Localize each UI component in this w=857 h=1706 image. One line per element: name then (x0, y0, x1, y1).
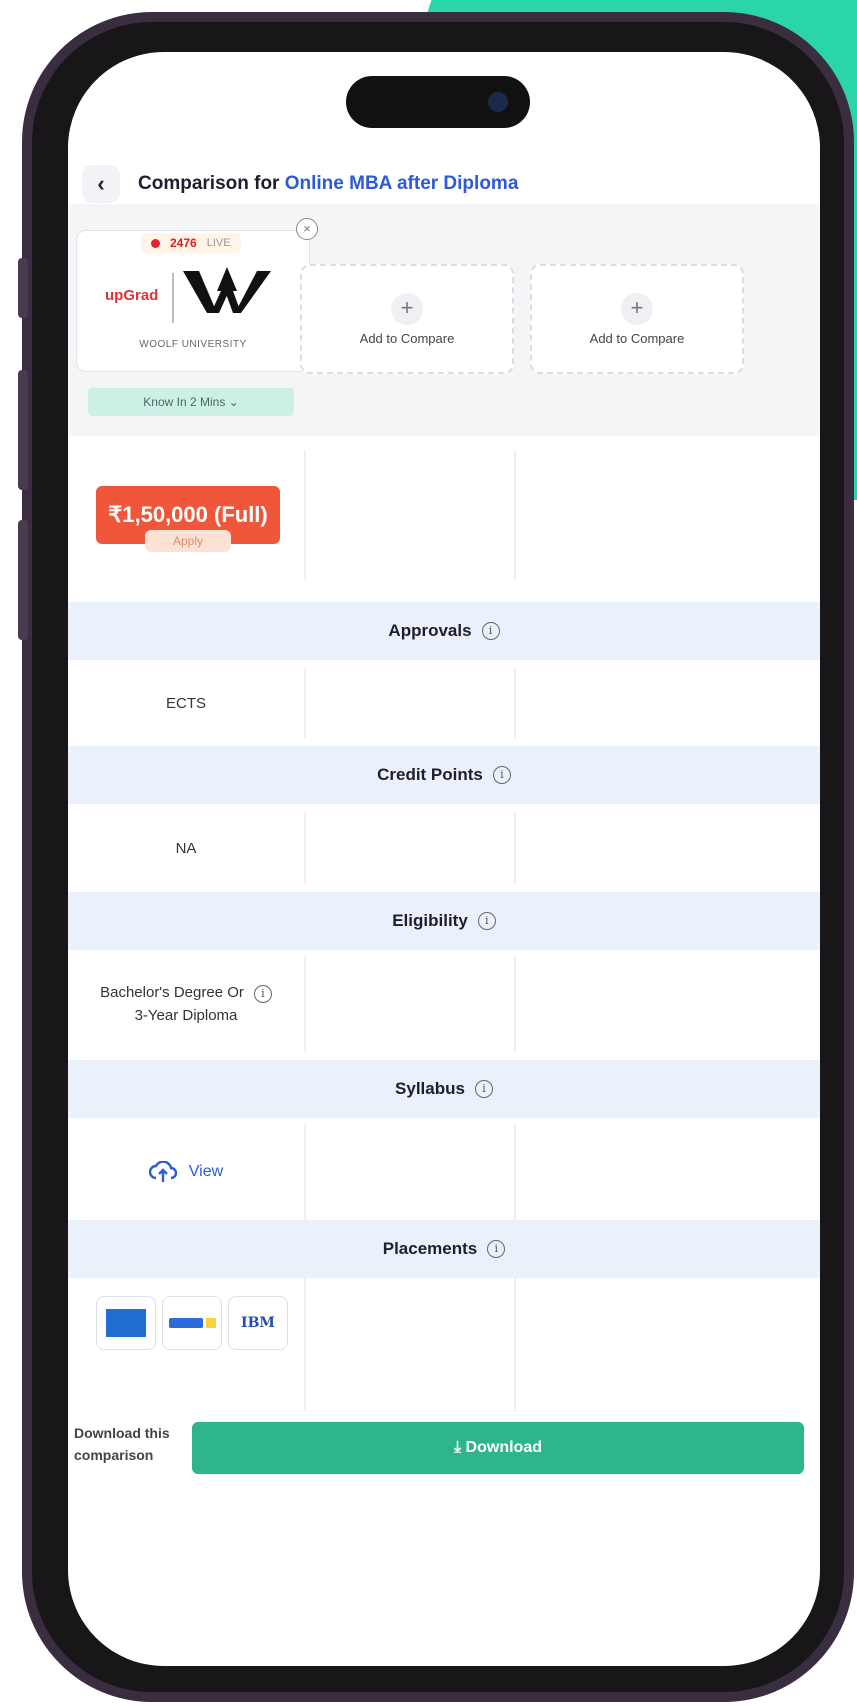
eligibility-line-1: Bachelor's Degree Or (100, 984, 244, 1001)
view-label: View (188, 1163, 224, 1180)
download-button[interactable]: ⤓ Download (192, 1422, 804, 1474)
credit-points-value: NA (175, 839, 197, 857)
section-header-approvals: Approvals i (68, 602, 820, 660)
column-divider (514, 956, 516, 1052)
chevron-down-icon: ⌄ (225, 395, 239, 409)
column-divider (514, 450, 516, 580)
eligibility-value: Bachelor's Degree Or i 3-Year Diploma (100, 981, 272, 1027)
placements-heading: Placements (382, 1239, 478, 1258)
add-to-compare-slot-2[interactable]: + Add to Compare (530, 264, 744, 374)
info-icon[interactable]: i (474, 1080, 493, 1098)
dynamic-island (346, 76, 530, 128)
column-divider (514, 668, 516, 738)
approvals-row: ECTS (68, 668, 820, 738)
section-header-placements: Placements i (68, 1220, 820, 1278)
approvals-heading: Approvals (388, 621, 472, 640)
plus-icon: + (621, 292, 653, 325)
title-prefix: Comparison for (138, 173, 285, 194)
download-prompt: Download this comparison (74, 1422, 170, 1466)
column-divider (304, 668, 306, 738)
phone-screen: ‹ Comparison for Online MBA after Diplom… (68, 52, 820, 1666)
download-icon: ⤓ (454, 1439, 466, 1456)
live-count: 2476 (170, 236, 197, 250)
approvals-value: ECTS (165, 694, 206, 712)
column-divider (304, 1124, 306, 1220)
ibm-logo-text: IBM (241, 1315, 275, 1331)
university-name: WOOLF UNIVERSITY (139, 339, 247, 350)
camera-icon (488, 92, 508, 112)
title-program: Online MBA after Diploma (284, 173, 519, 194)
eligibility-heading: Eligibility (392, 911, 468, 930)
info-icon[interactable]: i (253, 985, 272, 1003)
upgrad-logo: upGrad (105, 287, 159, 304)
placement-logos: IBM (96, 1296, 288, 1350)
back-arrow-icon[interactable]: ‹ (82, 165, 120, 203)
live-badge: 2476 LIVE (141, 233, 241, 253)
column-divider (304, 956, 306, 1052)
phone-volume-down-button (18, 520, 28, 640)
column-divider (304, 1278, 306, 1410)
download-prompt-line-2: comparison (74, 1447, 154, 1463)
ibm-logo: IBM (228, 1296, 288, 1350)
credit-points-row: NA (68, 812, 820, 884)
flipkart-logo (162, 1296, 222, 1350)
syllabus-cell: View (68, 1124, 304, 1220)
download-label: Download (465, 1439, 542, 1456)
section-header-credit-points: Credit Points i (68, 746, 820, 804)
column-divider (304, 812, 306, 884)
eligibility-cell: Bachelor's Degree Or i 3-Year Diploma (68, 956, 304, 1052)
section-header-syllabus: Syllabus i (68, 1060, 820, 1118)
page-title: Comparison for Online MBA after Diploma (138, 173, 518, 195)
add-to-compare-label: Add to Compare (359, 330, 455, 346)
american-express-logo (96, 1296, 156, 1350)
apply-button[interactable]: Apply (145, 530, 231, 552)
download-prompt-line-1: Download this (74, 1425, 170, 1441)
syllabus-row: View (68, 1124, 820, 1220)
view-syllabus-link[interactable]: View (148, 1161, 224, 1183)
column-divider (514, 812, 516, 884)
info-icon[interactable]: i (481, 622, 500, 640)
phone-volume-up-button (18, 370, 28, 490)
section-header-eligibility: Eligibility i (68, 892, 820, 950)
credit-points-heading: Credit Points (377, 765, 483, 784)
eligibility-row: Bachelor's Degree Or i 3-Year Diploma (68, 956, 820, 1052)
column-divider (304, 450, 306, 580)
syllabus-heading: Syllabus (395, 1079, 465, 1098)
column-divider (514, 1124, 516, 1220)
woolf-logo-icon (183, 267, 271, 313)
price-row: ₹1,50,000 (Full) Apply (68, 436, 820, 586)
info-icon[interactable]: i (492, 766, 511, 784)
info-icon[interactable]: i (477, 912, 496, 930)
phone-action-button (18, 258, 28, 318)
plus-icon: + (391, 292, 423, 325)
university-card[interactable]: 2476 LIVE upGrad WOOLF UNIVERSITY (76, 230, 310, 372)
know-label: Know In 2 Mins (143, 395, 226, 409)
info-icon[interactable]: i (487, 1240, 506, 1258)
remove-card-close-icon[interactable]: × (296, 218, 318, 240)
cloud-download-icon (148, 1161, 177, 1182)
column-divider (514, 1278, 516, 1410)
live-dot-icon (151, 238, 160, 248)
know-in-2-mins-button[interactable]: Know In 2 Mins ⌄ (88, 388, 294, 416)
placements-row: IBM (68, 1278, 820, 1410)
eligibility-line-2: 3-Year Diploma (134, 1007, 238, 1024)
live-label: LIVE (206, 237, 231, 249)
add-to-compare-label: Add to Compare (589, 330, 685, 346)
compare-cards-area: 2476 LIVE upGrad WOOLF UNIVERSITY × Know… (68, 204, 820, 436)
logo-divider (172, 273, 174, 323)
download-bar: Download this comparison ⤓ Download (68, 1410, 820, 1490)
add-to-compare-slot-1[interactable]: + Add to Compare (300, 264, 514, 374)
